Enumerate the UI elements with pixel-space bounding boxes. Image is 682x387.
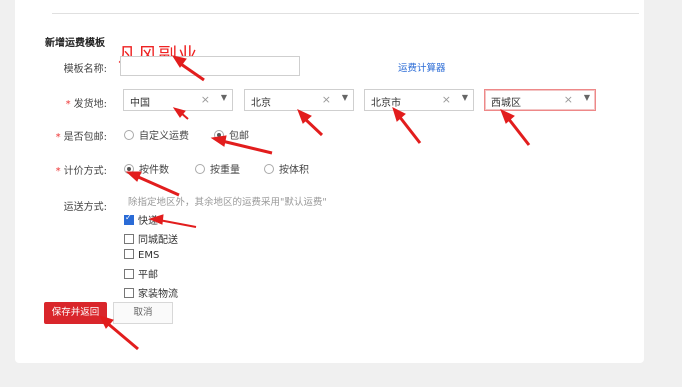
template-name-label: 模板名称: xyxy=(63,64,107,75)
checkbox-home-logistics[interactable]: 家装物流 xyxy=(124,285,178,300)
checkbox-express[interactable]: 快递 xyxy=(124,212,158,227)
radio-custom-shipping[interactable]: 自定义运费 xyxy=(124,127,189,142)
chevron-down-icon[interactable]: ▼ xyxy=(342,93,348,102)
country-select[interactable]: 中国 × ▼ xyxy=(123,89,233,111)
radio-circle[interactable] xyxy=(195,164,205,174)
checkbox-label: 家装物流 xyxy=(138,289,178,300)
radio-label: 按重量 xyxy=(210,165,240,176)
delivery-label: 运送方式: xyxy=(63,202,107,213)
district-value: 西城区 xyxy=(491,98,521,109)
ship-from-label: * 发货地: xyxy=(27,95,107,110)
province-select[interactable]: 北京 × ▼ xyxy=(244,89,354,111)
radio-by-weight[interactable]: 按重量 xyxy=(195,161,240,176)
checkbox[interactable] xyxy=(124,249,134,259)
checkbox-same-city[interactable]: 同城配送 xyxy=(124,231,178,246)
radio-free-shipping[interactable]: 包邮 xyxy=(214,127,249,142)
required-mark: * xyxy=(65,99,71,110)
city-value: 北京市 xyxy=(371,98,401,109)
radio-circle[interactable] xyxy=(124,130,134,140)
checkbox-label: 同城配送 xyxy=(138,235,178,246)
city-select[interactable]: 北京市 × ▼ xyxy=(364,89,474,111)
pricing-label: * 计价方式: xyxy=(27,162,107,177)
chevron-down-icon[interactable]: ▼ xyxy=(584,93,590,102)
clear-icon[interactable]: × xyxy=(322,93,331,106)
pricing-label-text: 计价方式: xyxy=(63,166,107,177)
checkbox[interactable] xyxy=(124,288,134,298)
required-mark: * xyxy=(55,166,61,177)
radio-label: 自定义运费 xyxy=(139,131,189,142)
radio-label: 包邮 xyxy=(229,131,249,142)
delivery-hint: 除指定地区外，其余地区的运费采用"默认运费" xyxy=(128,197,327,208)
chevron-down-icon[interactable]: ▼ xyxy=(221,93,227,102)
clear-icon[interactable]: × xyxy=(442,93,451,106)
checkbox-label: 平邮 xyxy=(138,270,158,281)
shipping-calculator-link[interactable]: 运费计算器 xyxy=(398,60,446,74)
checkbox-ems[interactable]: EMS xyxy=(124,249,159,261)
checkbox[interactable] xyxy=(124,234,134,244)
clear-icon[interactable]: × xyxy=(201,93,210,106)
form-card xyxy=(15,0,644,363)
checkbox-label: EMS xyxy=(138,250,160,261)
radio-circle[interactable] xyxy=(264,164,274,174)
province-value: 北京 xyxy=(251,98,271,109)
radio-circle-selected[interactable] xyxy=(214,130,224,140)
free-shipping-label: * 是否包邮: xyxy=(27,128,107,143)
divider xyxy=(52,13,639,14)
radio-by-count[interactable]: 按件数 xyxy=(124,161,169,176)
ship-from-label-text: 发货地: xyxy=(73,99,107,110)
clear-icon[interactable]: × xyxy=(564,93,573,106)
checkbox[interactable] xyxy=(124,269,134,279)
checkbox-checked[interactable] xyxy=(124,213,134,225)
chevron-down-icon[interactable]: ▼ xyxy=(462,93,468,102)
template-name-input[interactable] xyxy=(120,56,300,76)
free-shipping-label-text: 是否包邮: xyxy=(63,132,107,143)
radio-label: 按体积 xyxy=(279,165,309,176)
district-select[interactable]: 西城区 × ▼ xyxy=(484,89,596,111)
radio-by-volume[interactable]: 按体积 xyxy=(264,161,309,176)
radio-circle-selected[interactable] xyxy=(124,164,134,174)
save-and-return-button[interactable]: 保存并返回 xyxy=(44,302,107,324)
checkbox-label: 快递 xyxy=(138,216,158,227)
country-value: 中国 xyxy=(130,98,150,109)
required-mark: * xyxy=(55,132,61,143)
page-title: 新增运费模板 xyxy=(45,38,105,49)
checkbox-surface-mail[interactable]: 平邮 xyxy=(124,266,158,281)
radio-label: 按件数 xyxy=(139,165,169,176)
cancel-button[interactable]: 取消 xyxy=(113,302,173,324)
